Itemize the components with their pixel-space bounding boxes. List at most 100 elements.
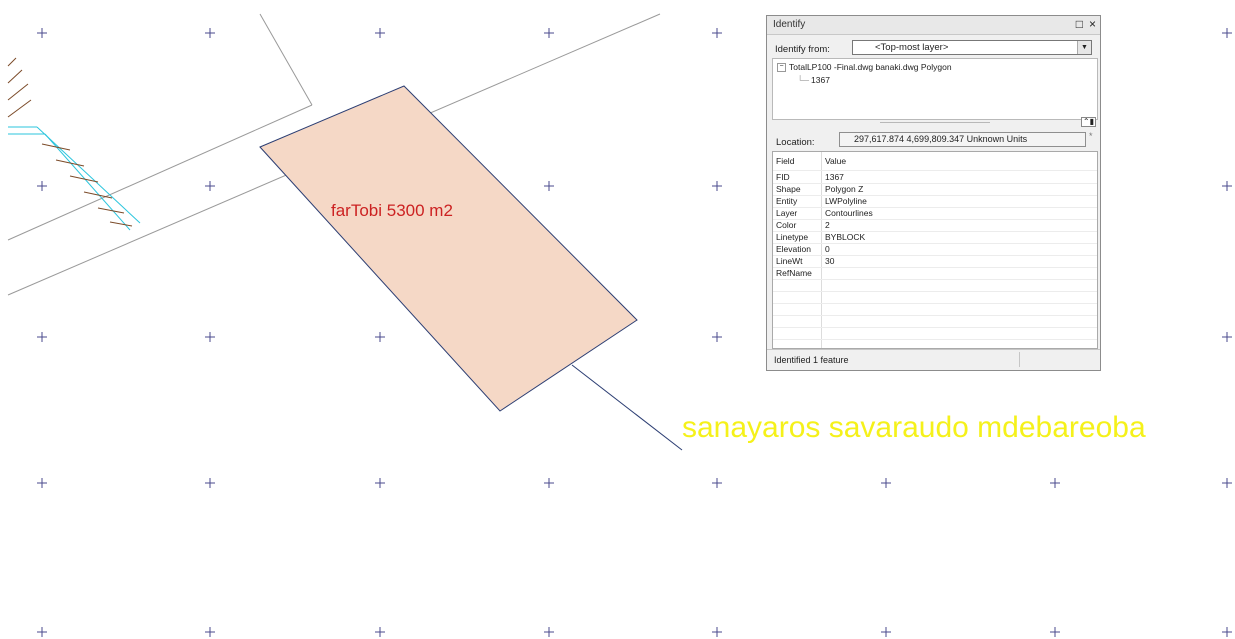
field-name: FID (776, 172, 790, 182)
tree-layer-label: TotalLP100 -Final.dwg banaki.dwg Polygon (789, 62, 952, 72)
table-row-empty (773, 292, 1097, 304)
field-value: 0 (825, 244, 830, 254)
asterisk-icon: * (1089, 131, 1093, 141)
collapse-icon[interactable]: − (777, 63, 786, 73)
window-title: Identify (773, 19, 806, 30)
table-row[interactable]: LineWt 30 (773, 256, 1097, 268)
table-header-row: Field Value (773, 152, 1097, 171)
grid-cross (375, 627, 385, 637)
grid-cross (37, 627, 47, 637)
status-text: Identified 1 feature (774, 355, 849, 365)
table-row[interactable]: Shape Polygon Z (773, 184, 1097, 196)
grid-cross (1222, 478, 1232, 488)
grid-cross (1222, 627, 1232, 637)
grid-cross (544, 478, 554, 488)
identify-window: Identify □ × Identify from: <Top-most la… (766, 15, 1101, 371)
grid-cross (712, 181, 722, 191)
table-row[interactable]: RefName (773, 268, 1097, 280)
table-row[interactable]: FID 1367 (773, 172, 1097, 184)
grid-cross (1222, 28, 1232, 38)
splitter-grip[interactable] (880, 122, 990, 123)
field-value: LWPolyline (825, 196, 867, 206)
field-value: Polygon Z (825, 184, 864, 194)
table-row[interactable]: Elevation 0 (773, 244, 1097, 256)
location-field[interactable]: 297,617.874 4,699,809.347 Unknown Units (839, 132, 1086, 147)
field-value: 2 (825, 220, 830, 230)
grid-cross (544, 181, 554, 191)
grid-cross (37, 181, 47, 191)
grid-cross (712, 627, 722, 637)
grid-cross (37, 28, 47, 38)
road-edge-line (259, 13, 313, 106)
table-row[interactable]: Entity LWPolyline (773, 196, 1097, 208)
field-name: Entity (776, 196, 798, 206)
field-value: Contourlines (825, 208, 873, 218)
grid-cross (375, 478, 385, 488)
field-name: Linetype (776, 232, 809, 242)
chevron-down-icon[interactable]: ▼ (1077, 41, 1091, 54)
parcel-label: farTobi 5300 m2 (331, 201, 453, 220)
table-row-empty (773, 304, 1097, 316)
identify-tree: − TotalLP100 -Final.dwg banaki.dwg Polygo… (772, 58, 1098, 120)
panel-splitter[interactable]: ⌃▮ (772, 117, 1098, 127)
grid-cross (544, 28, 554, 38)
table-row-empty (773, 328, 1097, 340)
header-field[interactable]: Field (776, 152, 794, 170)
tree-connector-icon: └─ (797, 75, 810, 85)
dropdown-value: <Top-most layer> (875, 42, 949, 53)
identify-from-label: Identify from: (775, 44, 830, 55)
grid-cross (881, 478, 891, 488)
grid-cross (1222, 181, 1232, 191)
grid-cross (205, 478, 215, 488)
table-row-empty (773, 280, 1097, 292)
table-row-empty (773, 316, 1097, 328)
grid-cross (375, 28, 385, 38)
grid-cross (1050, 478, 1060, 488)
status-bar: Identified 1 feature (767, 349, 1100, 370)
location-label: Location: (776, 137, 815, 148)
grid-cross (544, 627, 554, 637)
identify-titlebar[interactable]: Identify □ × (767, 16, 1100, 35)
grid-cross (712, 332, 722, 342)
table-row[interactable]: Color 2 (773, 220, 1097, 232)
field-name: RefName (776, 268, 812, 278)
restore-icon[interactable]: □ (1076, 17, 1083, 31)
field-name: Elevation (776, 244, 811, 254)
status-divider (1019, 352, 1020, 367)
grid-cross (712, 478, 722, 488)
grid-cross (1222, 332, 1232, 342)
field-name: LineWt (776, 256, 803, 266)
hatched-strip (7, 57, 141, 231)
grid-cross (205, 627, 215, 637)
grid-cross (881, 627, 891, 637)
table-row[interactable]: Layer Contourlines (773, 208, 1097, 220)
road-edge-line (7, 104, 313, 241)
panel-toggle-icon[interactable]: ⌃▮ (1080, 117, 1096, 127)
table-row[interactable]: Linetype BYBLOCK (773, 232, 1097, 244)
leader-line (571, 364, 683, 451)
grid-cross (205, 28, 215, 38)
grid-cross (375, 332, 385, 342)
grid-cross (37, 478, 47, 488)
field-name: Shape (776, 184, 801, 194)
tree-feature-node[interactable]: └─ 1367 (797, 75, 830, 85)
field-value: 30 (825, 256, 835, 266)
field-value: BYBLOCK (825, 232, 866, 242)
grid-cross (37, 332, 47, 342)
field-value: 1367 (825, 172, 844, 182)
annotation-label: sanayaros savaraudo mdebareoba (682, 411, 1146, 444)
field-name: Color (776, 220, 797, 230)
grid-cross (205, 332, 215, 342)
close-icon[interactable]: × (1089, 17, 1096, 31)
location-value: 297,617.874 4,699,809.347 Unknown Units (854, 134, 1028, 144)
grid-cross (1050, 627, 1060, 637)
tree-layer-node[interactable]: − TotalLP100 -Final.dwg banaki.dwg Polygo… (777, 62, 952, 73)
tree-feature-label: 1367 (811, 75, 830, 85)
grid-cross (205, 181, 215, 191)
header-value[interactable]: Value (825, 152, 846, 170)
identify-from-dropdown[interactable]: <Top-most layer> ▼ (852, 40, 1092, 55)
grid-cross (712, 28, 722, 38)
field-name: Layer (776, 208, 798, 218)
attribute-table: Field Value FID 1367 Shape Polygon Z Entit… (772, 151, 1098, 349)
parcel-polygon[interactable] (259, 85, 638, 412)
